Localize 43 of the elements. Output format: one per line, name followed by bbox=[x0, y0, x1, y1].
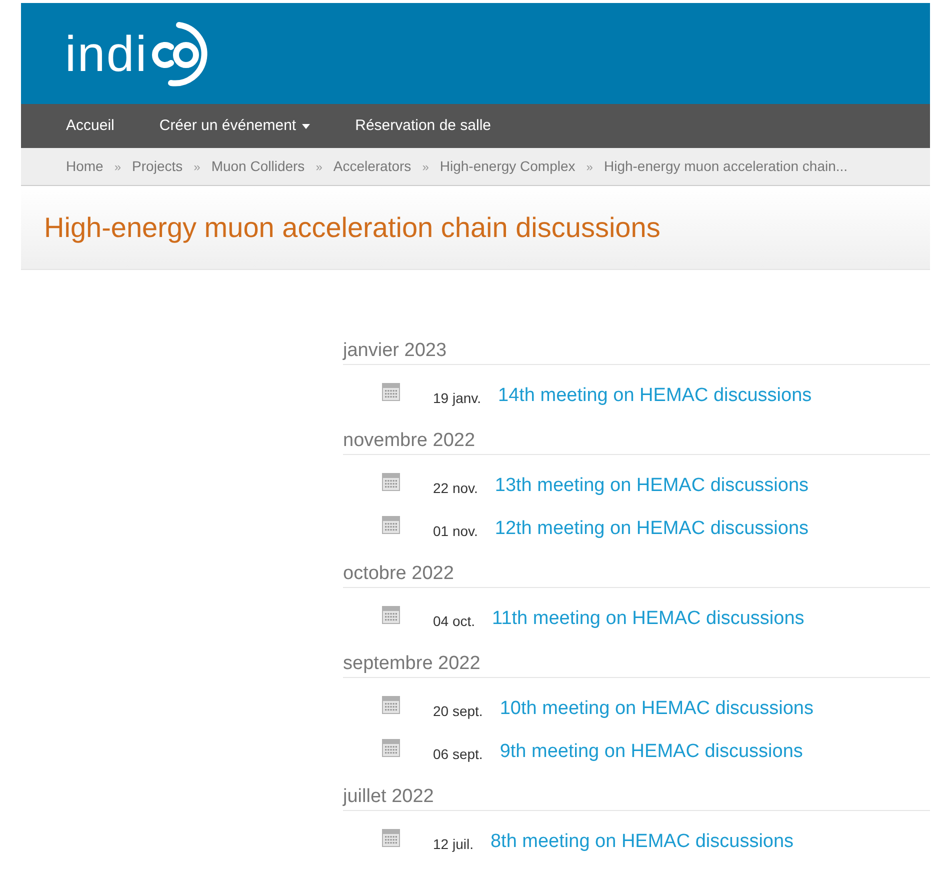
calendar-icon bbox=[382, 606, 400, 624]
event-link[interactable]: 9th meeting on HEMAC discussions bbox=[500, 738, 803, 767]
breadcrumb-separator: » bbox=[422, 158, 429, 176]
calendar-icon bbox=[382, 516, 400, 534]
calendar-icon bbox=[382, 472, 400, 490]
event-date: 04 oct. bbox=[433, 612, 476, 630]
month-heading: novembre 2022 bbox=[343, 430, 476, 452]
nav-link[interactable]: Créer un événement bbox=[159, 114, 310, 138]
event-link[interactable]: 10th meeting on HEMAC discussions bbox=[500, 695, 814, 724]
event-date: 20 sept. bbox=[433, 702, 483, 721]
breadcrumb-separator: » bbox=[586, 158, 593, 176]
month-heading: octobre 2022 bbox=[343, 563, 455, 585]
event-link[interactable]: 13th meeting on HEMAC discussions bbox=[494, 472, 809, 501]
event-date: 12 juil. bbox=[433, 834, 474, 854]
calendar-icon bbox=[382, 738, 400, 756]
caret-icon bbox=[302, 124, 310, 128]
month-heading: septembre 2022 bbox=[343, 653, 482, 675]
event-link[interactable]: 11th meeting on HEMAC discussions bbox=[492, 605, 804, 634]
event-link[interactable]: 14th meeting on HEMAC discussions bbox=[498, 382, 812, 411]
breadcrumb-link[interactable]: High-energy muon acceleration chain... bbox=[604, 156, 848, 177]
event-link[interactable]: 12th meeting on HEMAC discussions bbox=[494, 515, 809, 544]
breadcrumb-link[interactable]: Muon Colliders bbox=[211, 156, 305, 177]
nav-link[interactable]: Accueil bbox=[66, 114, 114, 138]
page-title: High-energy muon acceleration chain discussions bbox=[44, 210, 660, 245]
event-date: 06 sept. bbox=[433, 744, 483, 764]
calendar-icon bbox=[382, 382, 400, 400]
event-date: 22 nov. bbox=[433, 478, 478, 498]
breadcrumb-separator: » bbox=[194, 158, 200, 176]
month-heading: juillet 2022 bbox=[343, 786, 435, 808]
event-date: 19 janv. bbox=[433, 388, 481, 408]
breadcrumb-separator: » bbox=[316, 158, 322, 176]
event-link[interactable]: 8th meeting on HEMAC discussions bbox=[490, 828, 794, 857]
breadcrumb-link[interactable]: Home bbox=[66, 156, 104, 177]
month-heading: janvier 2023 bbox=[343, 340, 448, 362]
calendar-icon bbox=[382, 828, 400, 846]
indico-logo[interactable]: indi bbox=[65, 18, 221, 88]
event-date: 01 nov. bbox=[433, 522, 478, 540]
breadcrumb-link[interactable]: High-energy Complex bbox=[440, 156, 576, 177]
breadcrumb-separator: » bbox=[114, 158, 122, 176]
nav-link[interactable]: Réservation de salle bbox=[355, 114, 492, 138]
breadcrumb-link[interactable]: Projects bbox=[132, 156, 183, 177]
breadcrumb-link[interactable]: Accelerators bbox=[333, 156, 412, 177]
calendar-icon bbox=[382, 696, 400, 714]
